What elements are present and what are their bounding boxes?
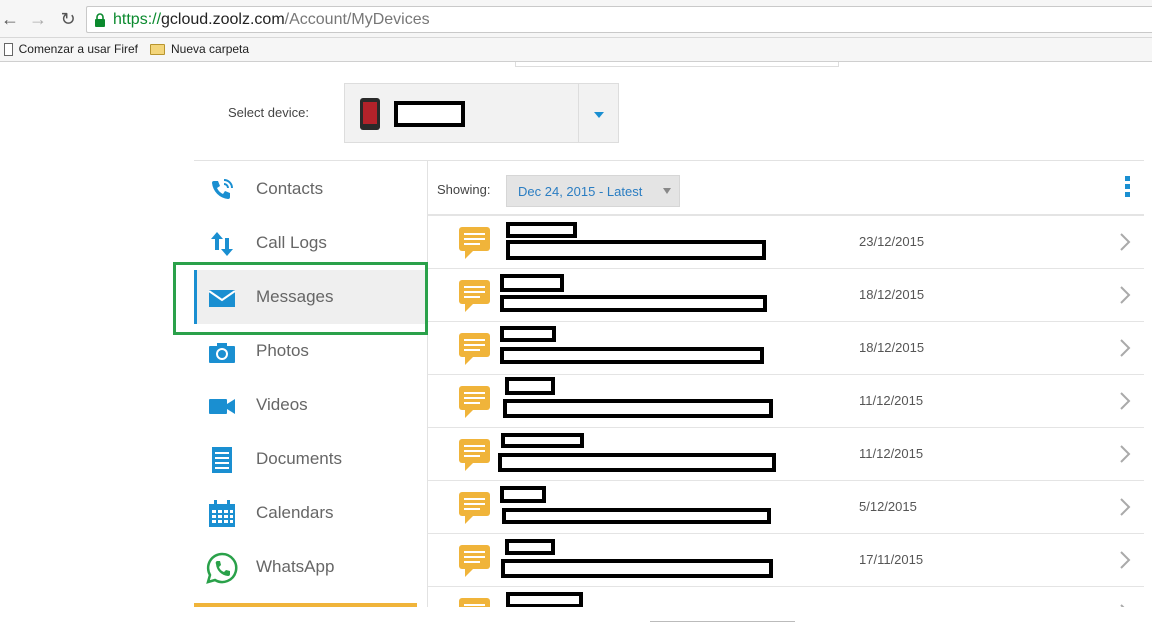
sender-redacted <box>500 326 556 342</box>
message-row[interactable]: 17/11/2015 <box>428 534 1144 587</box>
url-path: /Account/MyDevices <box>284 11 430 28</box>
chevron-down-icon[interactable] <box>594 112 604 118</box>
sidebar-item-whatsapp[interactable]: WhatsApp <box>194 540 427 594</box>
chevron-right-icon <box>1120 339 1131 357</box>
sidebar-item-label: Photos <box>256 341 309 360</box>
chat-bubble-icon <box>459 439 490 471</box>
message-date: 23/12/2015 <box>859 234 925 249</box>
document-icon <box>212 447 232 473</box>
message-row[interactable]: 11/12/2015 <box>428 375 1144 428</box>
url-scheme: https:// <box>113 11 162 28</box>
call-logs-arrows-icon <box>211 232 233 256</box>
message-preview-redacted <box>502 508 771 524</box>
message-preview-redacted <box>498 453 776 472</box>
message-date: 11/12/2015 <box>859 446 924 461</box>
message-date: 11/12/2015 <box>859 393 924 408</box>
bookmarks-bar: Comenzar a usar Firef Nueva carpeta <box>0 38 1152 62</box>
chat-bubble-icon <box>459 333 490 365</box>
message-row[interactable]: 18/12/2015 <box>428 322 1144 375</box>
video-camera-icon <box>209 399 235 414</box>
back-arrow-icon[interactable]: ← <box>0 9 20 29</box>
message-preview-redacted <box>500 347 764 364</box>
message-date: 5/12/2015 <box>859 499 917 514</box>
sidebar-item-label: Calendars <box>256 503 334 522</box>
url-text: https://gcloud.zoolz.com/Account/MyDevic… <box>113 11 430 29</box>
select-device-label: Select device: <box>228 105 309 120</box>
sidebar-item-label: Documents <box>256 449 342 468</box>
calendar-icon <box>209 500 235 527</box>
sender-redacted <box>506 222 577 238</box>
sidebar-item-label: WhatsApp <box>256 557 335 576</box>
device-selector[interactable] <box>344 83 619 143</box>
message-preview-redacted <box>500 295 767 312</box>
sidebar-item-calendars[interactable]: Calendars <box>194 486 427 540</box>
sender-redacted <box>500 486 546 503</box>
select-divider <box>578 84 579 142</box>
chevron-right-icon <box>1120 551 1131 569</box>
bookmark-label: Comenzar a usar Firef <box>18 42 138 56</box>
phone-icon <box>360 98 380 130</box>
url-host: gcloud.zoolz.com <box>161 11 285 28</box>
sender-redacted <box>505 377 555 395</box>
date-range-dropdown[interactable]: Dec 24, 2015 - Latest <box>506 175 680 207</box>
message-row[interactable] <box>428 587 1144 607</box>
whatsapp-icon <box>206 552 238 584</box>
sidebar-item-label: Contacts <box>256 179 324 198</box>
message-date: 18/12/2015 <box>859 287 925 302</box>
sidebar-item-documents[interactable]: Documents <box>194 432 427 486</box>
message-date: 17/11/2015 <box>859 552 924 567</box>
sender-redacted <box>506 592 583 607</box>
device-name-redacted <box>394 101 465 127</box>
message-preview-redacted <box>501 559 773 578</box>
message-preview-redacted <box>503 399 773 418</box>
sidebar-item-label: Videos <box>256 395 308 414</box>
message-row[interactable]: 18/12/2015 <box>428 269 1144 322</box>
sender-redacted <box>505 539 555 555</box>
chat-bubble-icon <box>459 386 490 418</box>
chevron-right-icon <box>1120 286 1131 304</box>
top-panel-edge <box>515 62 839 67</box>
lock-icon <box>95 13 105 27</box>
sidebar-item-label: Call Logs <box>256 233 327 252</box>
annotation-highlight-box <box>173 262 428 335</box>
sidebar-item-videos[interactable]: Videos <box>194 378 427 432</box>
sidebar-accent-bar <box>194 603 417 607</box>
chevron-right-icon <box>1120 392 1131 410</box>
message-row[interactable]: 23/12/2015 <box>428 216 1144 269</box>
chevron-right-icon <box>1120 604 1125 607</box>
chevron-right-icon <box>1120 445 1131 463</box>
bookmark-comenzar[interactable]: Comenzar a usar Firef <box>4 42 138 56</box>
page-icon <box>4 42 13 56</box>
reload-icon[interactable]: ↻ <box>58 9 78 29</box>
message-preview-redacted <box>506 240 766 260</box>
chevron-right-icon <box>1120 233 1131 251</box>
forward-arrow-icon[interactable]: → <box>28 9 48 29</box>
message-row[interactable]: 5/12/2015 <box>428 481 1144 534</box>
chevron-down-icon <box>663 188 671 194</box>
folder-icon <box>150 43 165 55</box>
browser-toolbar: ← → ↻ https://gcloud.zoolz.com/Account/M… <box>0 0 1152 38</box>
chevron-right-icon <box>1120 498 1131 516</box>
chat-bubble-icon <box>459 227 490 259</box>
message-date: 18/12/2015 <box>859 340 925 355</box>
sender-redacted <box>500 274 564 292</box>
chat-bubble-icon <box>459 280 490 312</box>
divider <box>194 160 1144 161</box>
bookmark-label: Nueva carpeta <box>171 42 250 56</box>
sender-redacted <box>501 433 584 448</box>
chat-bubble-icon <box>459 492 490 524</box>
showing-label: Showing: <box>437 182 491 197</box>
address-bar[interactable]: https://gcloud.zoolz.com/Account/MyDevic… <box>86 6 1152 33</box>
sidebar-item-contacts[interactable]: Contacts <box>194 162 427 216</box>
kebab-menu-icon[interactable] <box>1124 176 1132 202</box>
chat-bubble-icon <box>459 598 490 607</box>
bookmark-nueva-carpeta[interactable]: Nueva carpeta <box>150 42 249 56</box>
date-range-value: Dec 24, 2015 - Latest <box>518 184 643 199</box>
message-row[interactable]: 11/12/2015 <box>428 428 1144 481</box>
chat-bubble-icon <box>459 545 490 577</box>
camera-icon <box>209 343 235 363</box>
phone-contacts-icon <box>212 179 233 199</box>
